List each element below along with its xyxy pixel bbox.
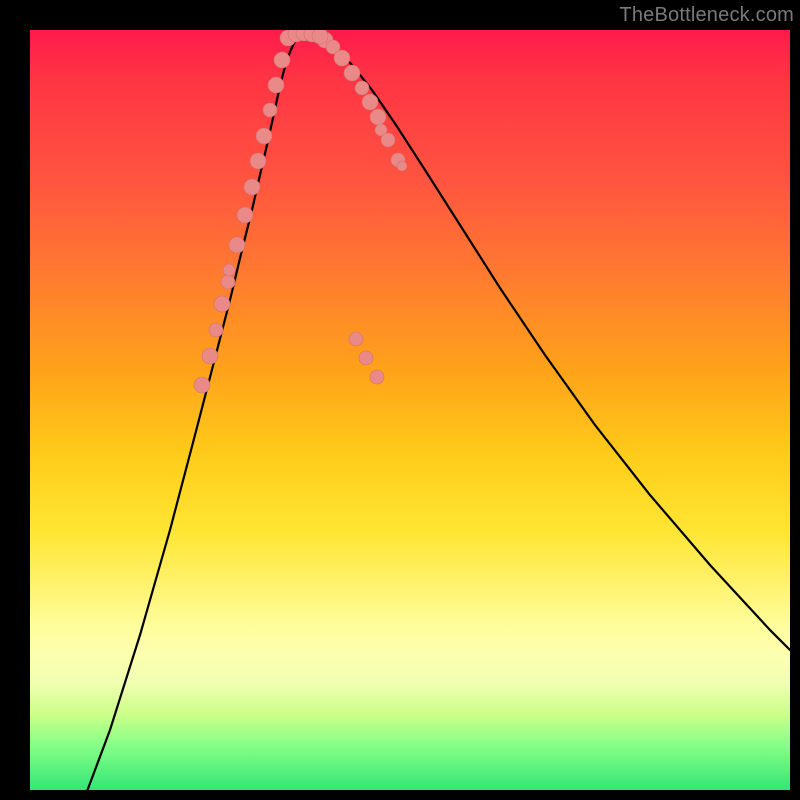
curve-dot-left (209, 323, 223, 337)
watermark-text: TheBottleneck.com (619, 4, 794, 27)
curve-dot-left (214, 296, 230, 312)
bottleneck-curve (80, 34, 790, 790)
curve-dot-left (250, 153, 266, 169)
curve-dot-left (221, 275, 235, 289)
curve-layer (80, 34, 790, 790)
curve-dot-left (274, 52, 290, 68)
curve-dot-right (362, 94, 378, 110)
curve-dot-left (229, 237, 245, 253)
curve-dot-right (334, 50, 350, 66)
curve-dot-left (244, 179, 260, 195)
curve-dot-right (381, 133, 395, 147)
dots-layer (194, 30, 407, 393)
curve-dot-right (397, 161, 407, 171)
curve-dot-left (268, 77, 284, 93)
curve-dot-right (370, 109, 386, 125)
chart-plot-area (30, 30, 790, 790)
curve-dot-right (359, 351, 373, 365)
curve-dot-left (194, 377, 210, 393)
chart-svg (30, 30, 790, 790)
curve-dot-right (349, 332, 363, 346)
curve-dot-left (256, 128, 272, 144)
curve-dot-bottom (312, 30, 328, 44)
curve-dot-right (355, 81, 369, 95)
curve-dot-left (223, 264, 235, 276)
chart-stage: TheBottleneck.com (0, 0, 800, 800)
curve-dot-left (202, 348, 218, 364)
curve-dot-left (263, 103, 277, 117)
curve-dot-right (344, 65, 360, 81)
curve-dot-left (237, 207, 253, 223)
curve-dot-right (370, 370, 384, 384)
